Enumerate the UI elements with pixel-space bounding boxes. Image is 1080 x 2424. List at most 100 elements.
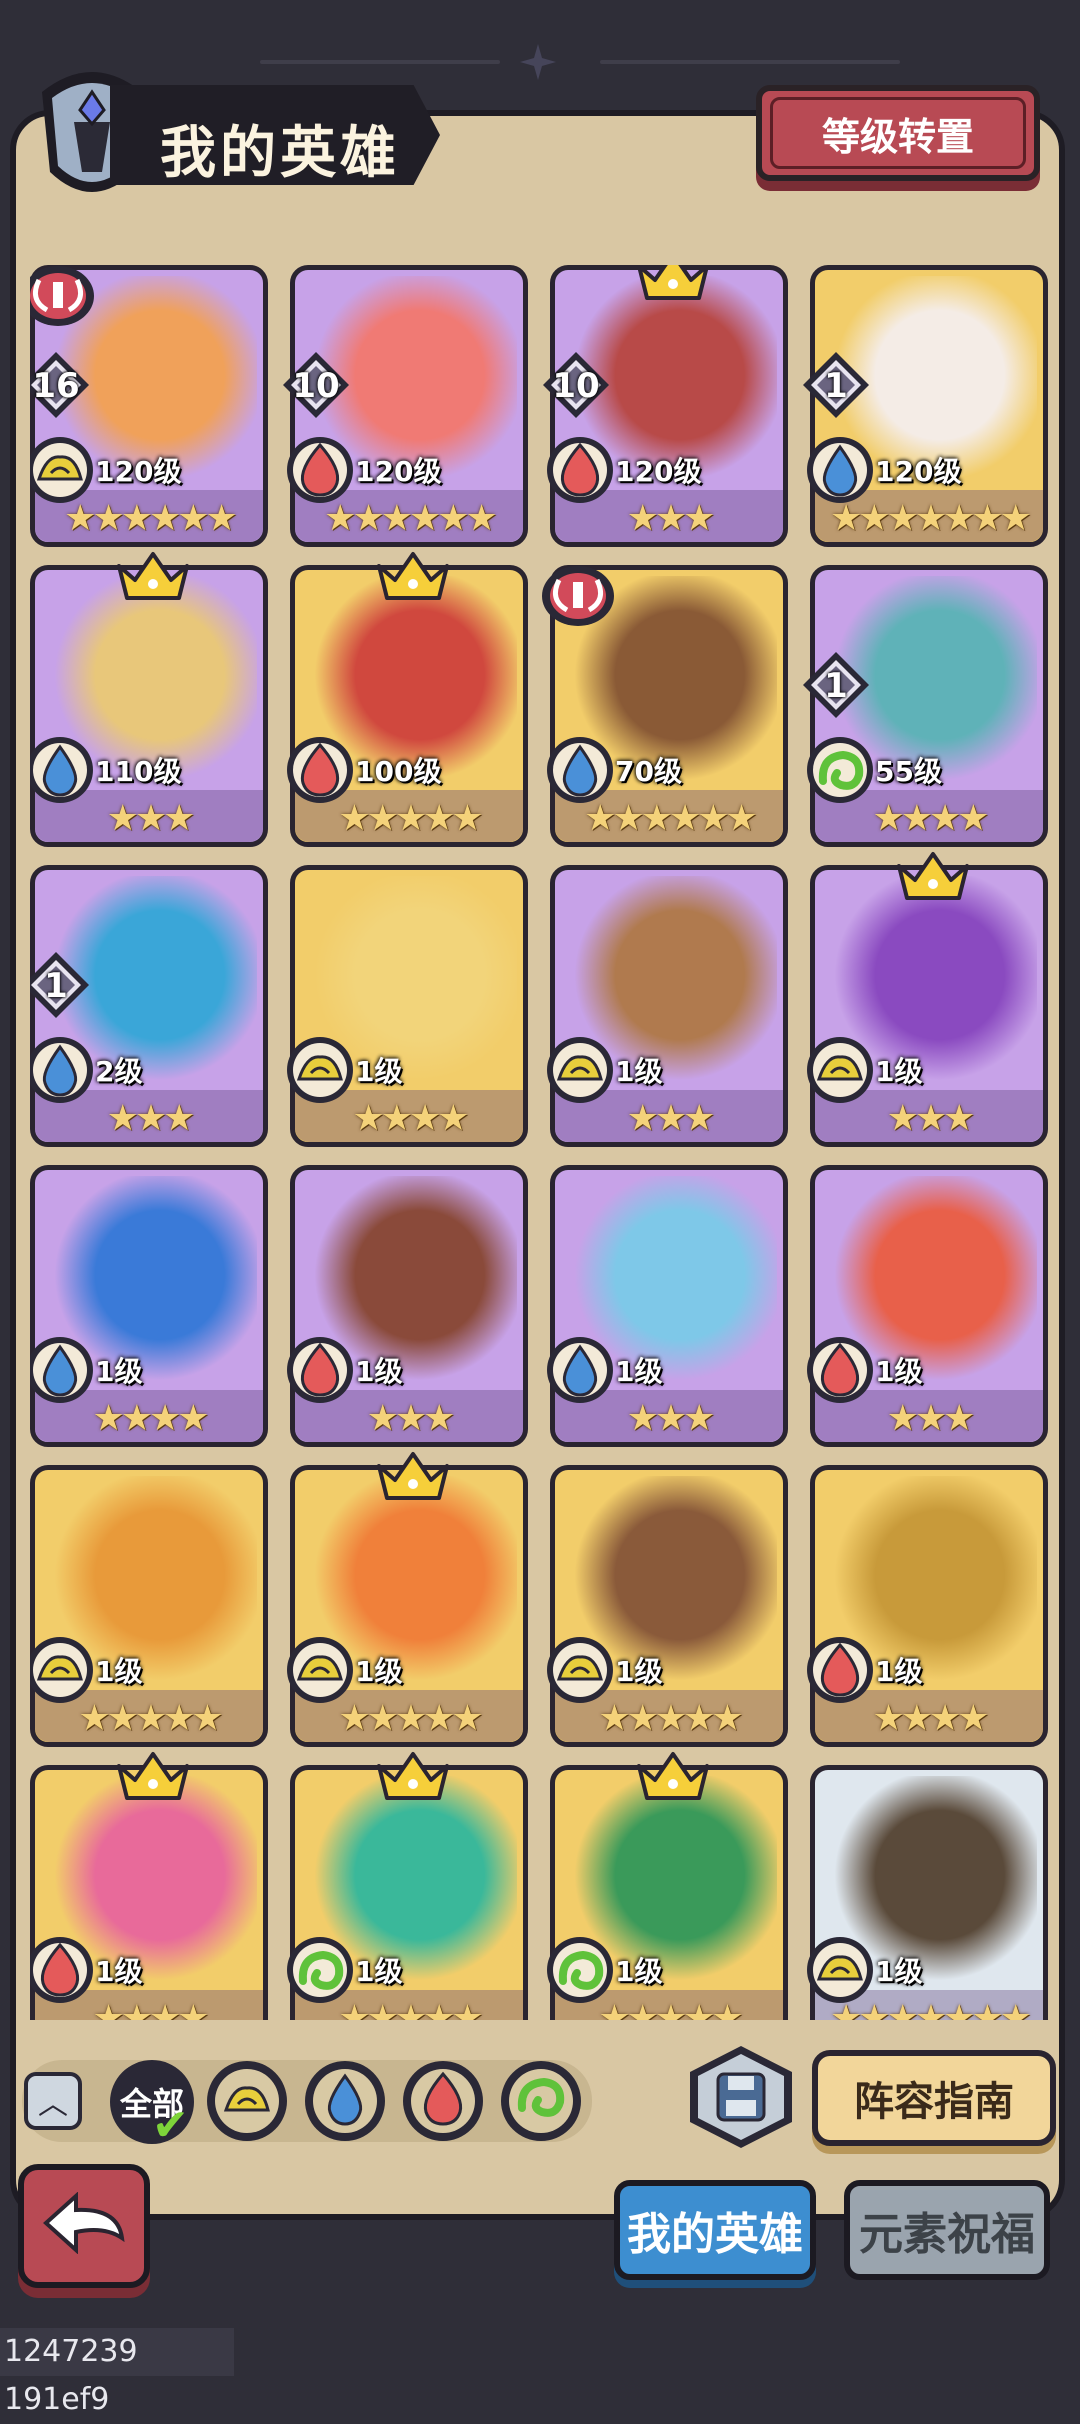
hero-card[interactable]: 1级 ★★★★ xyxy=(807,1465,1048,1747)
hero-card[interactable]: 1级 ★★★★ xyxy=(30,1165,268,1447)
hero-stars: ★★★★★ xyxy=(338,798,483,839)
water-element-icon xyxy=(807,437,873,503)
filter-wind-button[interactable] xyxy=(498,2058,584,2144)
rank-badge-value: 1 xyxy=(44,966,68,1006)
hero-card[interactable]: 100级 ★★★★★ xyxy=(287,552,528,847)
hero-card[interactable]: 1级 ★★★★ xyxy=(287,865,528,1147)
hero-card[interactable]: 1级 ★★★ xyxy=(547,1165,788,1447)
hero-stars: ★★★★★ xyxy=(338,1698,483,1739)
filter-earth-button[interactable] xyxy=(204,2058,290,2144)
sparkle-icon xyxy=(520,44,556,80)
hero-stars: ★★★ xyxy=(626,1098,716,1139)
hero-stars: ★★★ xyxy=(626,498,716,539)
hero-stars: ★★★★★★ xyxy=(64,498,238,539)
earth-element-icon xyxy=(287,1637,353,1703)
hero-level: 1级 xyxy=(355,1355,403,1388)
hero-level: 1级 xyxy=(95,1955,143,1988)
tab-my-heroes[interactable]: 我的英雄 xyxy=(614,2180,816,2280)
hero-card[interactable]: 120级 ★★★★★★ 10 xyxy=(283,265,528,547)
check-icon: ✔ xyxy=(152,2100,189,2151)
hero-level: 1级 xyxy=(875,1955,923,1988)
wind-element-icon xyxy=(547,1937,613,2003)
rank-badge-value: 1 xyxy=(824,366,848,406)
crown-icon xyxy=(897,852,969,900)
hero-stars: ★★★★★★ xyxy=(584,798,758,839)
hero-card[interactable]: 1级 ★★★★★ xyxy=(547,1752,788,2020)
fire-element-icon xyxy=(30,1937,93,2003)
hero-card[interactable]: 120级 ★★★★★★★ 1 xyxy=(803,265,1048,547)
hero-level: 1级 xyxy=(875,1655,923,1688)
lineup-guide-label: 阵容指南 xyxy=(854,2079,1014,2125)
tab-my-heroes-label: 我的英雄 xyxy=(627,2209,803,2260)
earth-element-icon xyxy=(287,1037,353,1103)
horn-emblem-icon xyxy=(30,266,94,326)
hero-stars: ★★★★ xyxy=(352,1098,469,1139)
hero-stars: ★★★ xyxy=(886,1098,976,1139)
decor-line xyxy=(260,60,500,64)
hero-stars: ★★★★★★ xyxy=(324,498,498,539)
hero-card[interactable]: 1级 ★★★ xyxy=(807,1165,1048,1447)
chevron-up-icon: ︿ xyxy=(38,2087,68,2122)
hero-card[interactable]: 1级 ★★★★★ xyxy=(287,1452,528,1747)
fire-element-icon xyxy=(287,437,353,503)
hero-card[interactable]: 1级 ★★★★★ xyxy=(30,1465,268,1747)
crown-icon xyxy=(117,1752,189,1800)
crown-icon xyxy=(117,552,189,600)
lineup-guide-button[interactable]: 阵容指南 xyxy=(812,2050,1056,2146)
page-title: 我的英雄 xyxy=(160,121,400,186)
hero-card[interactable]: 1级 ★★★★★ xyxy=(547,1465,788,1747)
hero-card[interactable]: 1级 ★★★ xyxy=(807,852,1048,1147)
hero-level: 1级 xyxy=(615,1355,663,1388)
hero-card[interactable]: 1级 ★★★★★ xyxy=(287,1752,528,2020)
hero-card[interactable]: 120级 ★★★★★★ 16 xyxy=(30,265,268,547)
back-button[interactable] xyxy=(18,2164,150,2288)
hero-card[interactable]: 2级 ★★★ 1 xyxy=(30,865,268,1147)
earth-element-icon xyxy=(30,1637,93,1703)
fire-element-icon xyxy=(807,1337,873,1403)
hero-level: 1级 xyxy=(355,1955,403,1988)
hero-stars: ★★★★★ xyxy=(338,1998,483,2020)
filter-fire-button[interactable] xyxy=(400,2058,486,2144)
crown-icon xyxy=(377,1452,449,1500)
hero-stars: ★★★★★ xyxy=(78,1698,223,1739)
fire-element-icon xyxy=(287,737,353,803)
hero-stars: ★★★★★★★ xyxy=(830,498,1032,539)
hero-stars: ★★★★ xyxy=(92,1398,209,1439)
hero-card[interactable]: 120级 ★★★ 10 xyxy=(543,265,788,547)
hero-level: 1级 xyxy=(355,1055,403,1088)
hero-level: 1级 xyxy=(875,1055,923,1088)
level-transfer-button[interactable]: 等级转置 xyxy=(756,85,1040,181)
hero-card[interactable]: 55级 ★★★★ 1 xyxy=(803,565,1048,847)
water-element-icon xyxy=(547,1337,613,1403)
hero-level: 110级 xyxy=(95,755,182,788)
hero-level: 1级 xyxy=(355,1655,403,1688)
hero-level: 120级 xyxy=(95,455,182,488)
hero-card[interactable]: 1级 ★★★★ xyxy=(30,1752,268,2020)
expand-toggle-button[interactable]: ︿ xyxy=(24,2072,82,2130)
crown-icon xyxy=(637,1752,709,1800)
hero-level: 1级 xyxy=(615,1055,663,1088)
back-arrow-icon xyxy=(43,2192,125,2254)
rank-badge-value: 16 xyxy=(32,366,80,406)
rank-badge-value: 10 xyxy=(292,366,340,406)
hero-stars: ★★★ xyxy=(106,798,196,839)
hero-level: 1级 xyxy=(615,1655,663,1688)
filter-water-button[interactable] xyxy=(302,2058,388,2144)
hero-level: 2级 xyxy=(95,1055,143,1088)
hero-level: 100级 xyxy=(355,755,442,788)
water-element-icon xyxy=(30,1037,93,1103)
crown-icon xyxy=(377,552,449,600)
hero-card[interactable]: 70级 ★★★★★★ xyxy=(542,565,788,847)
hero-card[interactable]: 1级 ★★★ xyxy=(547,865,788,1147)
hero-card[interactable]: 1级 ★★★ xyxy=(287,1165,528,1447)
tab-element-blessing[interactable]: 元素祝福 xyxy=(844,2180,1050,2280)
hero-card[interactable]: 1级 ★★★★★★★ xyxy=(807,1765,1048,2020)
rank-badge-value: 1 xyxy=(824,666,848,706)
hero-stars: ★★★ xyxy=(106,1098,196,1139)
hero-grid: 120级 ★★★★★★ 16 120级 ★★★★★★ 10 120级 ★★★ 10 120级 ★★★… xyxy=(30,265,1050,2020)
hero-card[interactable]: 110级 ★★★ xyxy=(30,552,268,847)
hero-level: 1级 xyxy=(95,1655,143,1688)
save-formation-button[interactable] xyxy=(686,2044,796,2150)
hero-stars: ★★★★ xyxy=(92,1998,209,2020)
hero-stars: ★★★ xyxy=(626,1398,716,1439)
